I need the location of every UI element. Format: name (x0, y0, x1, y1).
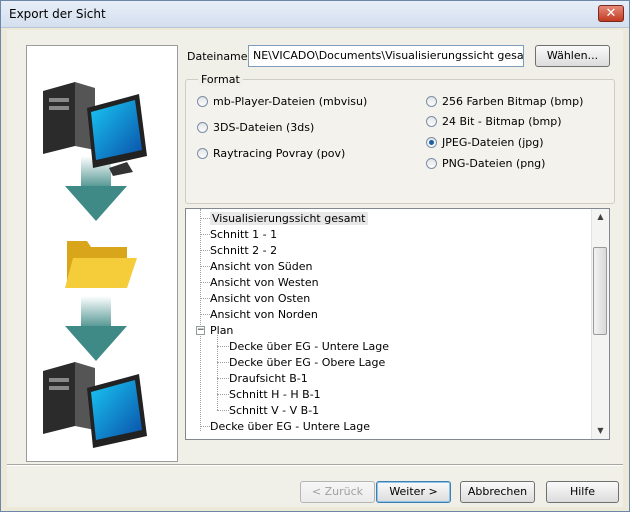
title-bar: Export der Sicht ✕ (1, 1, 629, 28)
computer-icon (43, 362, 147, 448)
radio-button (197, 147, 208, 159)
scroll-down-icon[interactable]: ▼ (592, 423, 609, 439)
radio-label: 24 Bit - Bitmap (bmp) (442, 114, 562, 128)
radio-button (426, 95, 437, 107)
export-illustration-art (43, 82, 147, 448)
tree-line (200, 426, 210, 427)
tree-line (200, 234, 210, 235)
tree-line (200, 282, 210, 283)
footer-separator (7, 464, 623, 466)
tree-item[interactable]: Decke über EG - Untere Lage (210, 420, 370, 433)
radio-pov[interactable]: Raytracing Povray (pov) (197, 146, 345, 160)
radio-label: Raytracing Povray (pov) (213, 146, 346, 160)
tree-item[interactable]: Schnitt V - V B-1 (229, 404, 319, 417)
tree-line (217, 410, 229, 411)
tree-item[interactable]: Schnitt 2 - 2 (210, 244, 277, 257)
tree-item[interactable]: Decke über EG - Untere Lage (229, 340, 389, 353)
tree-line (200, 298, 210, 299)
tree-line (200, 250, 210, 251)
tree-line (217, 394, 229, 395)
cancel-button[interactable]: Abbrechen (460, 481, 535, 503)
radio-button (197, 95, 208, 107)
tree-item[interactable]: Schnitt 1 - 1 (210, 228, 277, 241)
tree-line (200, 314, 210, 315)
radio-3ds[interactable]: 3DS-Dateien (3ds) (197, 120, 314, 134)
tree-item-selected[interactable]: Visualisierungssicht gesamt (210, 212, 368, 225)
tree-line (200, 266, 210, 267)
radio-button (426, 115, 437, 127)
tree-item[interactable]: Ansicht von Süden (210, 260, 313, 273)
radio-jpg[interactable]: JPEG-Dateien (jpg) (426, 135, 544, 149)
collapse-icon[interactable]: − (196, 326, 205, 335)
choose-button[interactable]: Wählen... (535, 45, 610, 67)
radio-button (197, 121, 208, 133)
tree-item[interactable]: Schnitt H - H B-1 (229, 388, 321, 401)
radio-label: PNG-Dateien (png) (442, 156, 546, 170)
scroll-thumb[interactable] (593, 247, 607, 335)
folder-icon (65, 241, 137, 288)
export-dialog: Export der Sicht ✕ Dateiname: NE\VICADO\… (0, 0, 630, 512)
tree-scrollbar[interactable]: ▲ ▼ (591, 209, 609, 439)
radio-label: 3DS-Dateien (3ds) (213, 120, 315, 134)
down-arrow-icon (65, 296, 127, 361)
export-illustration (26, 45, 178, 462)
tree-item-plan[interactable]: Plan (210, 324, 233, 337)
dialog-body: Dateiname: NE\VICADO\Documents\Visualisi… (7, 30, 623, 507)
tree-line (200, 209, 201, 431)
window-title: Export der Sicht (9, 7, 106, 21)
format-legend: Format (198, 73, 243, 86)
close-icon: ✕ (605, 6, 617, 21)
tree-line (217, 362, 229, 363)
help-button[interactable]: Hilfe (546, 481, 619, 503)
tree-item[interactable]: Ansicht von Osten (210, 292, 310, 305)
radio-bmp24[interactable]: 24 Bit - Bitmap (bmp) (426, 114, 562, 128)
radio-bmp256[interactable]: 256 Farben Bitmap (bmp) (426, 94, 583, 108)
filename-label: Dateiname: (187, 50, 252, 63)
view-tree[interactable]: − Visualisierungssicht gesamt Schnitt 1 … (185, 208, 610, 440)
radio-label: 256 Farben Bitmap (bmp) (442, 94, 584, 108)
scroll-up-icon[interactable]: ▲ (592, 209, 609, 225)
computer-icon (43, 82, 147, 176)
radio-label: mb-Player-Dateien (mbvisu) (213, 94, 368, 108)
radio-png[interactable]: PNG-Dateien (png) (426, 156, 545, 170)
tree-item[interactable]: Decke über EG - Obere Lage (229, 356, 385, 369)
radio-mbvisu[interactable]: mb-Player-Dateien (mbvisu) (197, 94, 367, 108)
back-button[interactable]: < Zurück (300, 481, 375, 503)
radio-label: JPEG-Dateien (jpg) (442, 135, 544, 149)
close-button[interactable]: ✕ (598, 5, 624, 22)
tree-line (217, 378, 229, 379)
tree-item[interactable]: Draufsicht B-1 (229, 372, 308, 385)
filename-field[interactable]: NE\VICADO\Documents\Visualisierungssicht… (248, 45, 524, 67)
tree-item[interactable]: Ansicht von Norden (210, 308, 318, 321)
radio-button (426, 157, 437, 169)
next-button[interactable]: Weiter > (376, 481, 451, 503)
tree-item[interactable]: Ansicht von Westen (210, 276, 319, 289)
radio-button-selected (426, 136, 437, 148)
tree-line (217, 346, 229, 347)
tree-line (200, 218, 210, 219)
